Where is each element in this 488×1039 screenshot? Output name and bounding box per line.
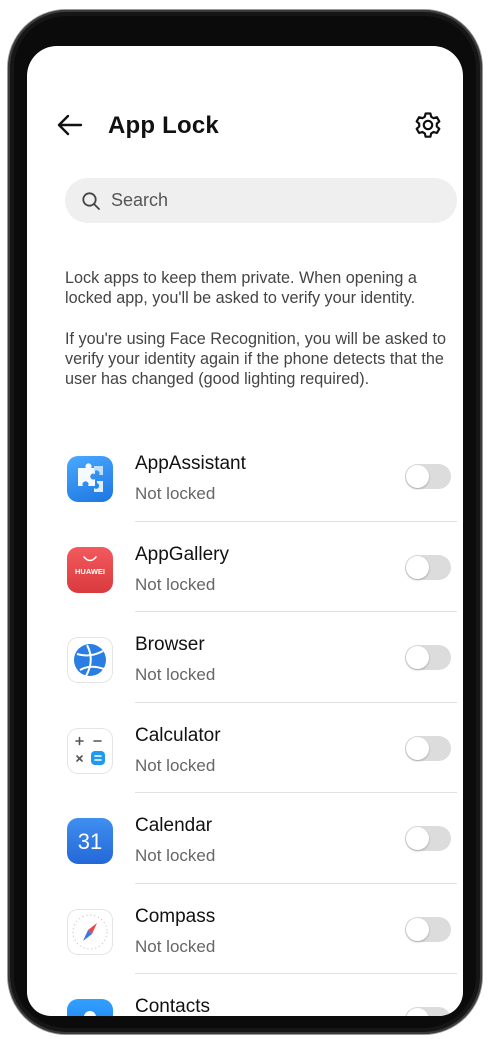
app-status: Not locked (135, 936, 216, 956)
app-list: AppAssistant Not locked HUAWEI AppGaller… (27, 431, 463, 1016)
calculator-icon (67, 727, 113, 774)
toggle-knob (406, 736, 429, 760)
app-row-browser[interactable]: Browser Not locked (27, 612, 463, 703)
toggle-knob (406, 646, 429, 669)
back-button[interactable] (53, 108, 87, 142)
lock-toggle[interactable] (405, 916, 451, 942)
settings-button[interactable] (411, 108, 445, 142)
app-name: AppAssistant (135, 453, 246, 474)
app-row-compass[interactable]: Compass Not locked (27, 884, 463, 974)
search-input[interactable]: Search (65, 178, 457, 223)
app-name: Calendar (135, 815, 213, 836)
description: Lock apps to keep them private. When ope… (65, 268, 450, 410)
app-name: Compass (135, 905, 216, 927)
toggle-knob (406, 1008, 429, 1016)
app-row-calendar[interactable]: 31 Calendar Not locked (27, 793, 463, 884)
app-name: AppGallery (135, 543, 229, 565)
lock-toggle[interactable] (405, 464, 451, 489)
description-paragraph-1: Lock apps to keep them private. When ope… (65, 269, 417, 307)
lock-toggle[interactable] (405, 735, 451, 761)
header: App Lock (27, 46, 463, 176)
description-paragraph-2: If you're using Face Recognition, you wi… (65, 330, 447, 388)
app-row-appassistant[interactable]: AppAssistant Not locked (27, 431, 463, 522)
app-row-calculator[interactable]: Calculator Not locked (27, 703, 463, 793)
app-name: Calculator (135, 724, 221, 746)
calendar-icon-text: 31 (78, 829, 102, 854)
page-title: App Lock (108, 112, 219, 139)
app-status: Not locked (135, 574, 216, 594)
appgallery-icon-text: HUAWEI (75, 567, 105, 576)
app-name: Contacts (135, 996, 210, 1016)
puzzle-icon (67, 456, 113, 502)
gear-icon (415, 112, 441, 138)
search-placeholder: Search (111, 190, 169, 210)
huawei-bag-icon: HUAWEI (67, 546, 113, 593)
app-status: Not locked (135, 755, 216, 775)
app-row-appgallery[interactable]: HUAWEI AppGallery Not locked (27, 522, 463, 612)
compass-icon (67, 908, 113, 955)
toggle-knob (406, 917, 429, 941)
contacts-icon (67, 999, 113, 1016)
app-status: Not locked (135, 484, 216, 503)
lock-toggle[interactable] (405, 554, 451, 580)
lock-toggle[interactable] (405, 1007, 451, 1016)
lock-toggle[interactable] (405, 826, 451, 851)
app-status: Not locked (135, 846, 216, 865)
screen: App Lock Search Lock apps to keep them p… (27, 46, 463, 1016)
app-status: Not locked (135, 665, 216, 684)
app-row-contacts[interactable]: Contacts (27, 974, 463, 1016)
toggle-knob (406, 465, 429, 488)
app-name: Browser (135, 634, 205, 655)
toggle-knob (406, 827, 429, 850)
globe-icon (67, 637, 113, 683)
lock-toggle[interactable] (405, 645, 451, 670)
search-icon (81, 191, 101, 211)
arrow-left-icon (57, 114, 83, 136)
phone-frame: App Lock Search Lock apps to keep them p… (8, 10, 482, 1034)
calendar-icon: 31 (67, 818, 113, 864)
toggle-knob (406, 555, 429, 579)
